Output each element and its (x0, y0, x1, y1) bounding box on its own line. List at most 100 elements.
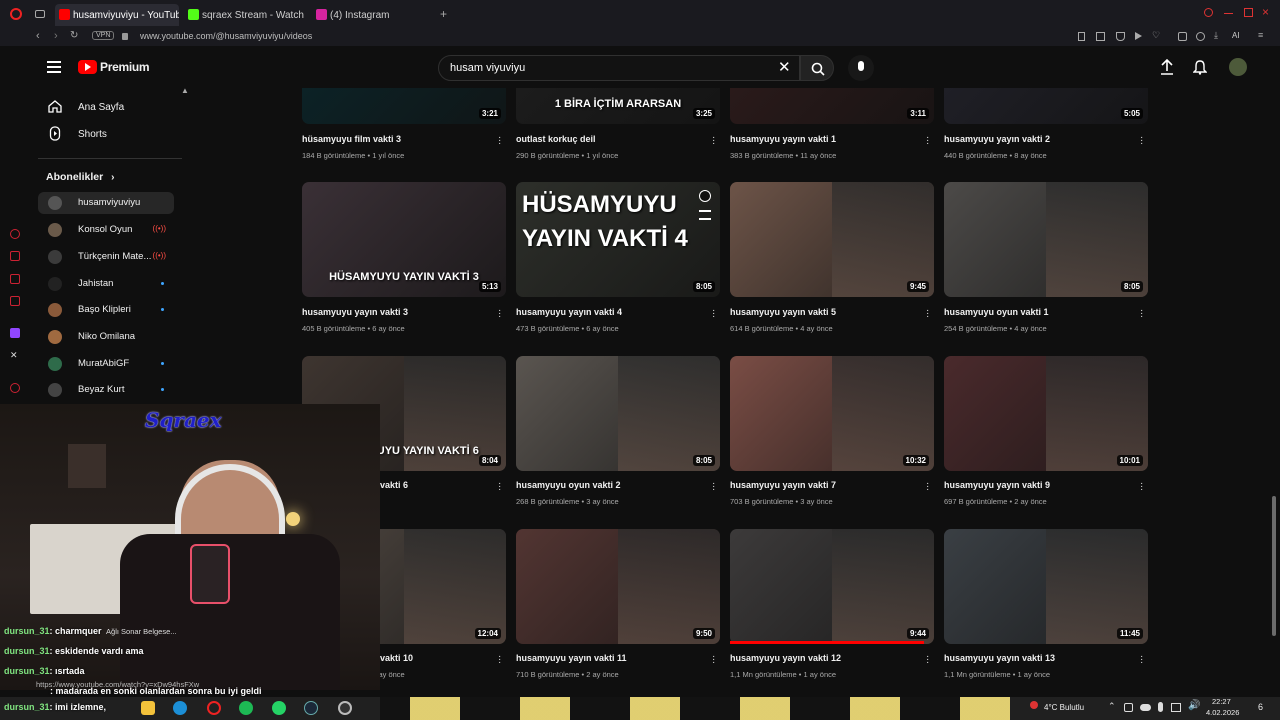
edge-icon[interactable] (173, 701, 187, 715)
play-icon[interactable] (1135, 32, 1142, 40)
forward-icon[interactable]: › (54, 30, 58, 42)
video-title[interactable]: husamyuyu yayın vakti 2 (944, 134, 1050, 144)
search-tabs-icon[interactable] (1204, 8, 1213, 17)
steam-icon[interactable] (304, 701, 318, 715)
video-title[interactable]: husamyuyu yayın vakti 11 (516, 653, 627, 663)
video-thumbnail[interactable]: HÜSAMYUYU YAYIN VAKTİ 4 8:05 (516, 182, 720, 297)
twitch-rail-icon[interactable] (10, 328, 20, 338)
more-options-icon[interactable]: · · · (926, 652, 930, 668)
page-scrollbar[interactable] (1272, 496, 1276, 636)
x-rail-icon[interactable]: ✕ (10, 350, 20, 360)
spotify-icon[interactable] (239, 701, 253, 715)
more-options-icon[interactable]: · · · (1140, 652, 1144, 668)
opera-icon[interactable] (207, 701, 221, 715)
video-title[interactable]: husamyuyu yayın vakti 3 (302, 307, 408, 317)
vpn-badge[interactable]: VPN (92, 31, 115, 40)
download-icon[interactable]: ⤓ (1214, 30, 1218, 41)
video-thumbnail[interactable]: 10:01 (944, 356, 1148, 471)
sidebar-sub-konsol-oyun[interactable]: Konsol Oyun ((•)) (38, 219, 174, 241)
more-options-icon[interactable]: · · · (498, 652, 502, 668)
sidebar-sub-jahistan[interactable]: Jahistan (38, 273, 174, 295)
video-title[interactable]: husamyuyu yayın vakti 9 (944, 480, 1050, 490)
video-thumbnail[interactable]: 10:32 (730, 356, 934, 471)
more-options-icon[interactable]: · · · (498, 133, 502, 149)
sidebar-sub-muratabigf[interactable]: MuratAbiGF (38, 353, 174, 375)
snapshot-icon[interactable] (1096, 32, 1105, 41)
video-title[interactable]: husamyuyu oyun vakti 1 (944, 307, 1049, 317)
search-button[interactable] (800, 55, 834, 81)
tab-instagram[interactable]: (4) Instagram (312, 4, 432, 26)
youtube-logo[interactable]: Premium (78, 59, 150, 75)
bookmark-icon[interactable] (1078, 32, 1085, 41)
history-rail-icon[interactable] (10, 383, 20, 393)
watch-later-icon[interactable] (699, 190, 711, 202)
more-options-icon[interactable]: · · · (926, 306, 930, 322)
shield-icon[interactable] (1116, 32, 1125, 41)
tab-kick[interactable]: sqraex Stream - Watch Li (184, 4, 304, 26)
video-thumbnail[interactable]: HÜSAMYUYU YAYIN VAKTİ 3 5:13 (302, 182, 506, 297)
video-thumbnail[interactable]: 9:45 (730, 182, 934, 297)
minimize-icon[interactable] (1224, 13, 1233, 14)
sidebar-sub-turkcenin[interactable]: Türkçenin Mate... ((•)) (38, 246, 174, 268)
tab-list-icon[interactable] (35, 10, 45, 18)
more-options-icon[interactable]: · · · (498, 479, 502, 495)
network-icon[interactable] (1171, 703, 1181, 712)
video-title[interactable]: husamyuyu yayın vakti 4 (516, 307, 622, 317)
tab-youtube[interactable]: husamviyuviyu - YouTube (55, 4, 179, 26)
more-options-icon[interactable]: · · · (712, 133, 716, 149)
more-options-icon[interactable]: · · · (926, 133, 930, 149)
cloud-icon[interactable] (1140, 704, 1151, 711)
upload-icon[interactable] (1160, 58, 1174, 75)
whatsapp-icon[interactable] (272, 701, 286, 715)
add-to-queue-icon[interactable] (699, 210, 711, 220)
file-explorer-icon[interactable] (141, 701, 155, 715)
sidebar-item-home[interactable]: Ana Sayfa (38, 96, 182, 118)
messenger-rail-icon[interactable] (10, 251, 20, 261)
profile-icon[interactable] (1196, 32, 1205, 41)
clear-search-icon[interactable]: ✕ (778, 58, 791, 76)
tray-app-icon[interactable] (1124, 703, 1133, 712)
new-tab-icon[interactable]: + (440, 7, 447, 21)
sidebar-sub-niko-omilana[interactable]: Niko Omilana (38, 326, 174, 348)
subscriptions-heading[interactable]: Abonelikler › (46, 171, 114, 183)
video-title[interactable]: husamyuyu yayın vakti 5 (730, 307, 836, 317)
obs-icon[interactable] (338, 701, 352, 715)
video-thumbnail[interactable]: 11:45 (944, 529, 1148, 644)
video-thumbnail[interactable]: 9:44 (730, 529, 934, 644)
video-thumbnail[interactable]: 3:11 (730, 88, 934, 124)
ai-icon[interactable]: AI (1232, 31, 1240, 40)
avatar[interactable] (1229, 58, 1247, 76)
video-title[interactable]: outlast korkuç deil (516, 134, 596, 144)
mail-rail-icon[interactable] (10, 296, 20, 306)
video-thumbnail[interactable]: 1 BİRA İÇTİM ARARSAN 3:25 (516, 88, 720, 124)
microphone-tray-icon[interactable] (1158, 702, 1163, 712)
more-options-icon[interactable]: · · · (1140, 479, 1144, 495)
clock-date[interactable]: 4.02.2026 (1206, 708, 1239, 717)
more-options-icon[interactable]: · · · (712, 652, 716, 668)
opera-logo-icon[interactable] (10, 8, 22, 20)
collapse-chevron-icon[interactable]: ▲ (181, 86, 189, 95)
more-options-icon[interactable]: · · · (926, 479, 930, 495)
extensions-icon[interactable] (1178, 32, 1187, 41)
clock-time[interactable]: 22:27 (1212, 697, 1231, 706)
hamburger-icon[interactable] (47, 61, 61, 73)
sidebar-sub-husamviyuviyu[interactable]: husamviyuviyu (38, 192, 174, 214)
maximize-icon[interactable] (1244, 8, 1253, 17)
video-title[interactable]: husamyuyu yayın vakti 1 (730, 134, 836, 144)
video-title[interactable]: husamyuyu yayın vakti 12 (730, 653, 841, 663)
menu-icon[interactable]: ≡ (1258, 30, 1263, 40)
video-title[interactable]: husamyuyu yayın vakti 7 (730, 480, 836, 490)
heart-icon[interactable]: ♡ (1152, 30, 1160, 41)
video-thumbnail[interactable]: 5:05 (944, 88, 1148, 124)
voice-search-button[interactable] (848, 55, 874, 81)
url-field[interactable]: www.youtube.com/@husamviyuviyu/videos (140, 31, 312, 41)
chevron-up-icon[interactable]: ⌃ (1108, 701, 1116, 712)
video-title[interactable]: husamyuyu yayın vakti 13 (944, 653, 1055, 663)
notification-badge[interactable]: 6 (1258, 702, 1263, 712)
search-input[interactable]: husam viyuviyu (438, 55, 800, 81)
video-thumbnail[interactable]: 8:05 (516, 356, 720, 471)
more-options-icon[interactable]: · · · (712, 306, 716, 322)
weather-label[interactable]: 4°C Bulutlu (1044, 703, 1084, 712)
sidebar-item-shorts[interactable]: Shorts (38, 123, 182, 145)
video-thumbnail[interactable]: 9:50 (516, 529, 720, 644)
